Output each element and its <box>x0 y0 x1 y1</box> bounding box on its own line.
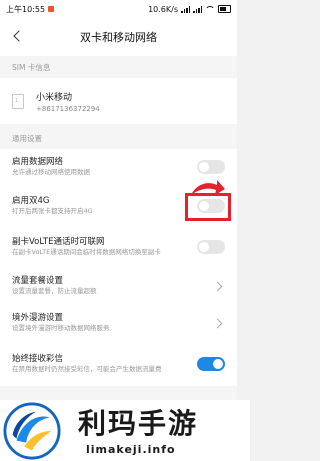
row-desc: 打开后两张卡都支持开启4G <box>12 206 93 215</box>
network-speed: 10.6K/s <box>148 4 178 14</box>
brand-logo-icon <box>3 402 61 460</box>
sim-section-title: SIM 卡信息 <box>0 56 237 78</box>
battery-icon <box>218 5 231 13</box>
row-label: 始终接收彩信 <box>12 354 64 364</box>
sim-card-icon: 1 <box>12 93 24 109</box>
row-volte[interactable]: 副卡VoLTE通话时可联网 在副卡VoLTE通话期间会临时将数据网络切换至副卡 <box>0 226 237 268</box>
red-arrow-icon <box>191 180 225 195</box>
watermark-url: limakeji.info <box>86 443 176 456</box>
row-label: 启用数据网络 <box>12 157 64 167</box>
row-roaming[interactable]: 境外漫游设置 设置境外漫游时移动数据网络服务 <box>0 304 237 342</box>
row-desc: 设置境外漫游时移动数据网络服务 <box>12 324 110 332</box>
signal2-icon <box>193 5 202 13</box>
row-label: 境外漫游设置 <box>12 313 64 323</box>
status-time: 上午10:55 <box>6 4 46 14</box>
header-bar: 双卡和移动网络 <box>0 18 237 56</box>
row-desc: 在禁用数据时仍然接受彩信，可能会产生数据流量费 <box>12 365 162 373</box>
watermark-banner: 利玛手游 limakeji.info <box>0 400 250 461</box>
sim-number: +8617136372294 <box>36 104 100 113</box>
row-desc: 允许通过移动网络使用数据 <box>12 168 90 176</box>
watermark-text: 利玛手游 <box>78 407 199 440</box>
general-section-title: 通用设置 <box>0 124 237 149</box>
signal-icon <box>181 5 190 13</box>
row-dual-4g[interactable]: 启用双4G 打开后两张卡都支持开启4G <box>0 180 237 226</box>
back-arrow-icon[interactable] <box>12 29 26 43</box>
chevron-right-icon <box>212 318 223 328</box>
phone-screen: 上午10:55 10.6K/s 双卡和移动网络 SIM 卡信息 1 小米移动 +… <box>0 0 237 400</box>
row-label: 流量套餐设置 <box>12 276 64 286</box>
chevron-right-icon <box>212 281 223 291</box>
mobile-data-toggle[interactable] <box>197 160 225 174</box>
status-bar: 上午10:55 10.6K/s <box>0 0 237 18</box>
sim-name: 小米移动 <box>36 92 73 103</box>
mms-toggle[interactable] <box>197 357 225 371</box>
volte-toggle[interactable] <box>197 240 225 254</box>
row-desc: 设置流量套餐，防止流量超额 <box>12 287 97 295</box>
sim-card-item[interactable]: 1 小米移动 +8617136372294 <box>0 78 237 124</box>
row-desc: 在副卡VoLTE通话期间会临时将数据网络切换至副卡 <box>12 248 161 256</box>
row-label: 启用双4G <box>12 195 50 206</box>
row-mms[interactable]: 始终接收彩信 在禁用数据时仍然接受彩信，可能会产生数据流量费 <box>0 342 237 386</box>
wifi-icon <box>205 5 215 13</box>
row-label: 副卡VoLTE通话时可联网 <box>12 237 105 247</box>
row-data-plan[interactable]: 流量套餐设置 设置流量套餐，防止流量超额 <box>0 268 237 304</box>
notification-icon <box>48 6 55 12</box>
page-title: 双卡和移动网络 <box>80 31 157 44</box>
